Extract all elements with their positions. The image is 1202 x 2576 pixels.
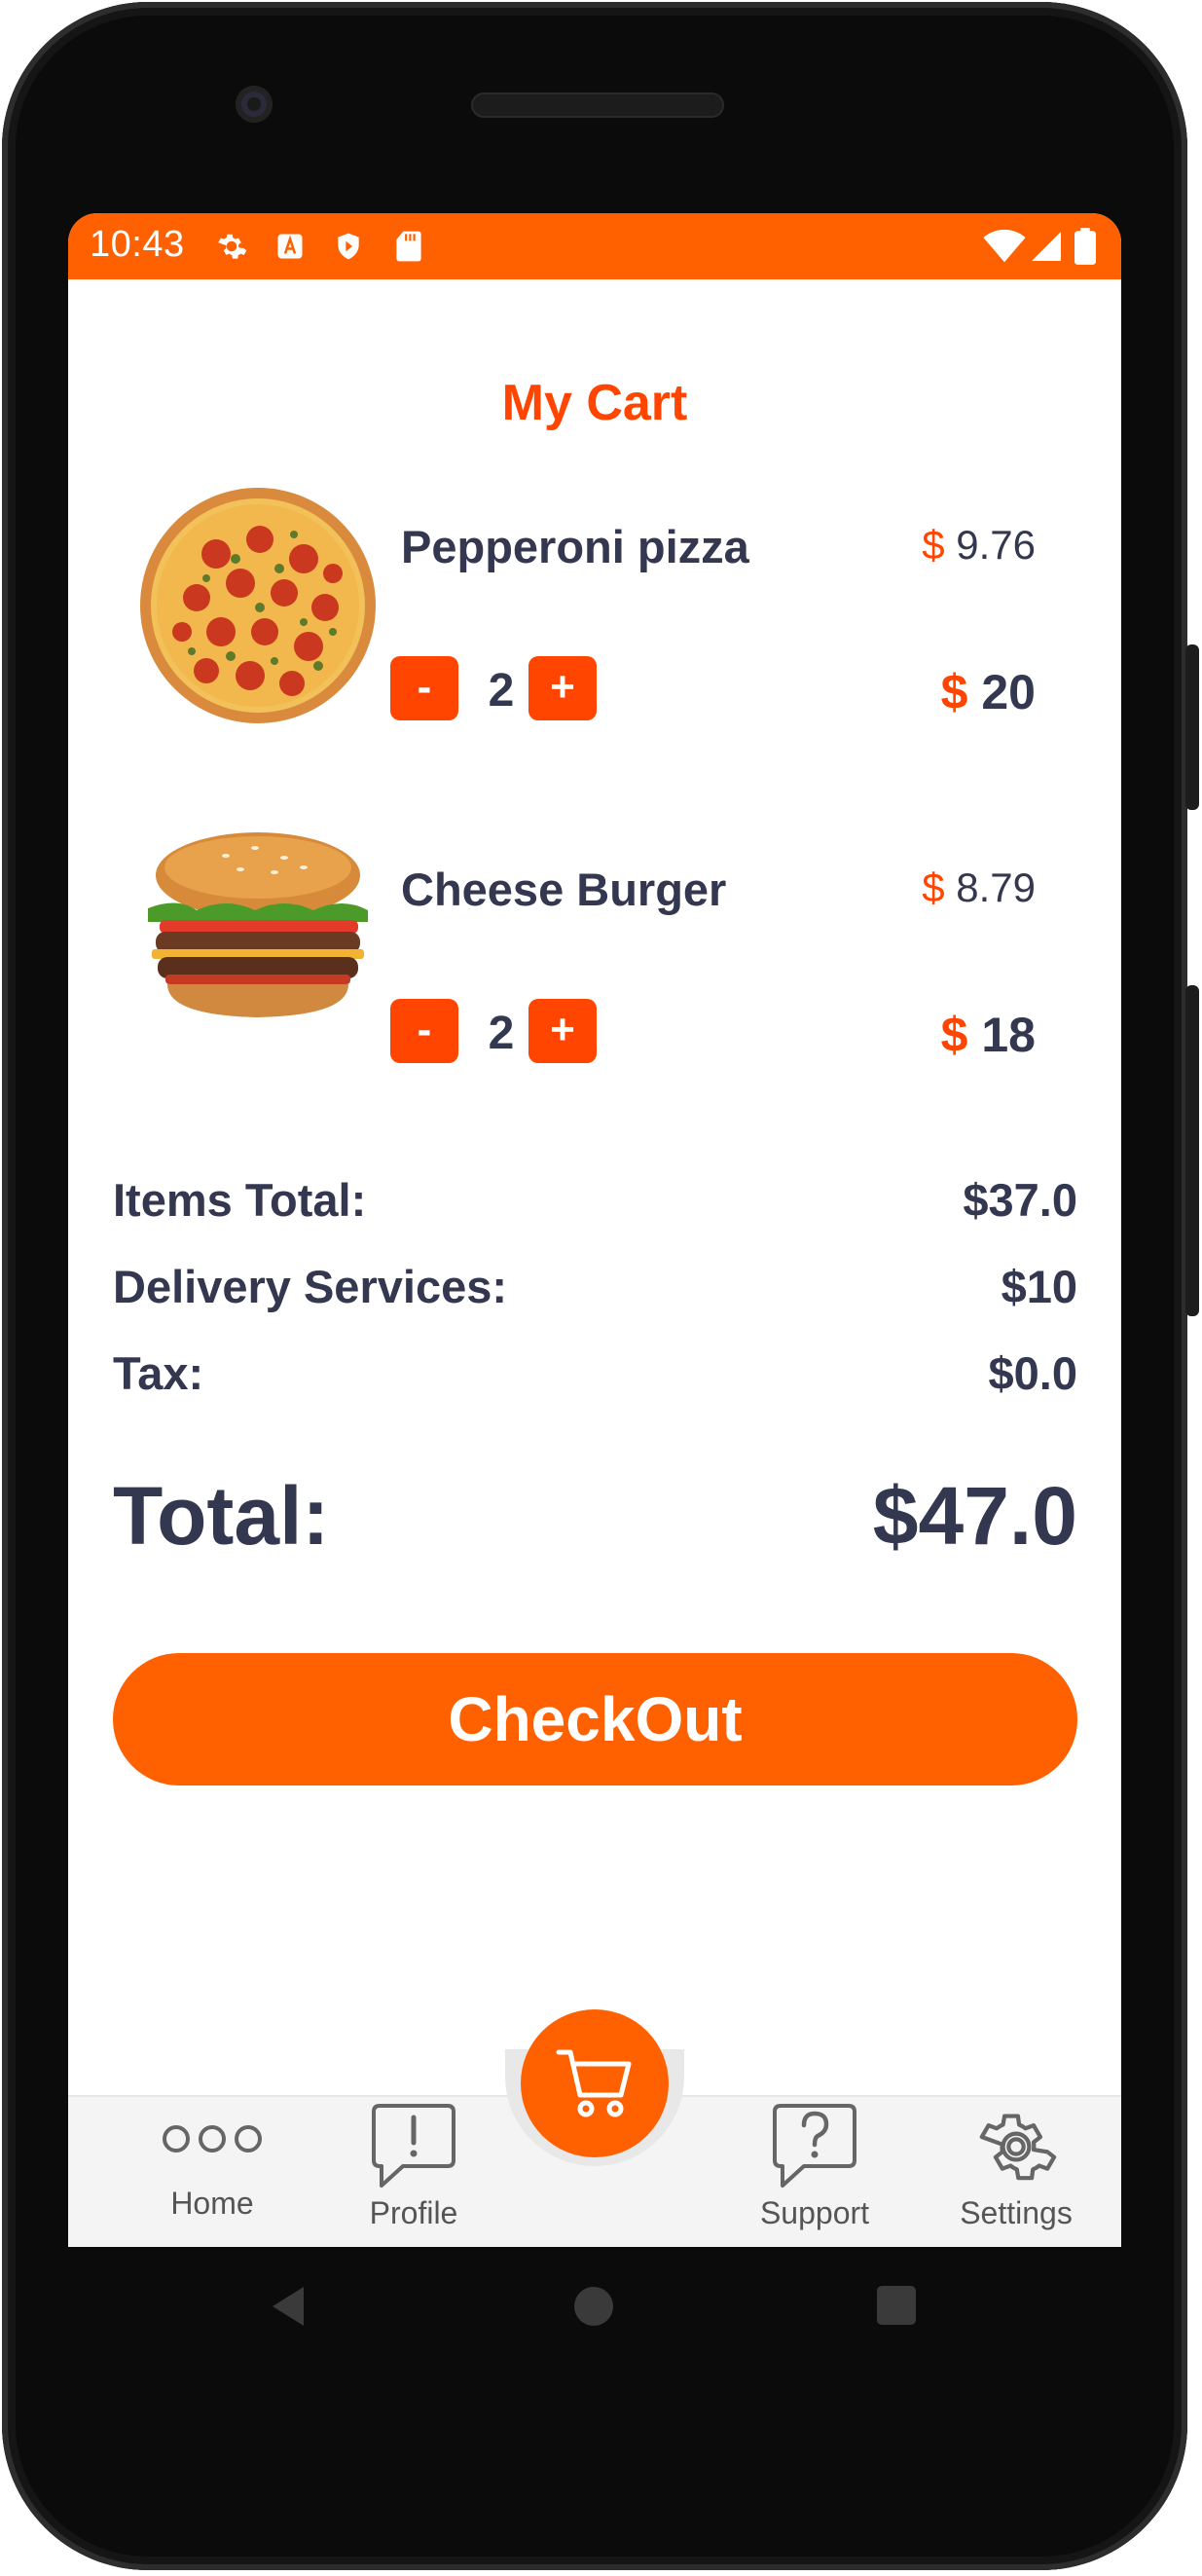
- font-status-icon: [271, 227, 310, 266]
- quantity-value: 2: [488, 665, 515, 717]
- phone-frame: 10:43 My Cart Pepperoni pizza $ 9.76 - 2…: [2, 2, 1199, 2570]
- item-unit-price: $ 9.76: [922, 522, 1036, 569]
- nav-profile[interactable]: Profile: [326, 2102, 501, 2231]
- status-bar: 10:43: [68, 213, 1121, 279]
- cheese-burger-image: [138, 828, 378, 1023]
- dots-icon: [163, 2125, 262, 2153]
- alert-bubble-icon: [372, 2104, 455, 2188]
- sd-card-status-icon: [389, 227, 428, 266]
- recents-square-icon: [877, 2286, 916, 2325]
- status-time: 10:43: [90, 224, 185, 265]
- unit-price-value: 8.79: [956, 865, 1036, 910]
- decrease-quantity-button[interactable]: -: [390, 999, 458, 1063]
- tax-row: Tax: $0.0: [113, 1346, 1077, 1400]
- items-total-value: $37.0: [963, 1174, 1077, 1226]
- grand-total-row: Total: $47.0: [113, 1469, 1077, 1564]
- nav-settings[interactable]: Settings: [929, 2102, 1104, 2231]
- item-name: Pepperoni pizza: [401, 521, 749, 572]
- items-total-label: Items Total:: [113, 1174, 367, 1226]
- pepperoni-pizza-image: [138, 486, 378, 725]
- volume-button: [1185, 644, 1199, 810]
- cart-icon: [556, 2049, 632, 2117]
- wifi-status-icon: [983, 227, 1026, 266]
- currency-symbol: $: [922, 522, 945, 568]
- delivery-value: $10: [1001, 1261, 1077, 1312]
- tax-value: $0.0: [988, 1347, 1077, 1399]
- delivery-label: Delivery Services:: [113, 1261, 508, 1312]
- nav-support[interactable]: Support: [727, 2102, 902, 2231]
- tax-label: Tax:: [113, 1347, 204, 1399]
- nav-label: Support: [759, 2195, 870, 2230]
- cart-fab-button[interactable]: [521, 2009, 669, 2157]
- increase-quantity-button[interactable]: +: [528, 999, 597, 1063]
- gear-icon: [979, 2114, 1057, 2181]
- items-total-row: Items Total: $37.0: [113, 1173, 1077, 1227]
- checkout-button[interactable]: CheckOut: [113, 1653, 1077, 1785]
- power-button: [1185, 985, 1199, 1316]
- settings-gear-status-icon: [212, 227, 251, 266]
- front-camera: [236, 86, 273, 123]
- line-total-value: 18: [981, 1008, 1036, 1062]
- app-screen: 10:43 My Cart Pepperoni pizza $ 9.76 - 2…: [68, 213, 1121, 2247]
- item-unit-price: $ 8.79: [922, 865, 1036, 911]
- home-button[interactable]: [572, 2285, 615, 2333]
- home-circle-icon: [574, 2287, 613, 2326]
- currency-symbol: $: [922, 865, 945, 910]
- delivery-row: Delivery Services: $10: [113, 1260, 1077, 1313]
- item-line-total: $20: [941, 664, 1036, 720]
- quantity-value: 2: [488, 1008, 515, 1059]
- back-button[interactable]: [269, 2285, 308, 2333]
- currency-symbol: $: [940, 1008, 968, 1062]
- cart-item: Cheese Burger $ 8.79 - 2 + $18: [68, 828, 1121, 1101]
- question-bubble-icon: [773, 2104, 856, 2188]
- nav-label: Settings: [960, 2195, 1073, 2230]
- line-total-value: 20: [981, 665, 1036, 719]
- recents-button[interactable]: [876, 2285, 917, 2331]
- signal-status-icon: [1027, 227, 1066, 266]
- nav-label: Profile: [369, 2195, 458, 2230]
- item-line-total: $18: [941, 1007, 1036, 1063]
- back-triangle-icon: [273, 2287, 304, 2326]
- unit-price-value: 9.76: [956, 522, 1036, 568]
- battery-status-icon: [1071, 227, 1100, 266]
- decrease-quantity-button[interactable]: -: [390, 656, 458, 720]
- item-name: Cheese Burger: [401, 864, 727, 915]
- shield-status-icon: [329, 227, 368, 266]
- currency-symbol: $: [940, 665, 968, 719]
- earpiece-speaker: [471, 92, 724, 118]
- total-value: $47.0: [872, 1470, 1077, 1562]
- increase-quantity-button[interactable]: +: [528, 656, 597, 720]
- cart-item: Pepperoni pizza $ 9.76 - 2 + $20: [68, 486, 1121, 758]
- page-title: My Cart: [501, 375, 688, 431]
- nav-home[interactable]: Home: [125, 2119, 300, 2222]
- nav-label: Home: [170, 2186, 254, 2221]
- total-label: Total:: [113, 1470, 330, 1562]
